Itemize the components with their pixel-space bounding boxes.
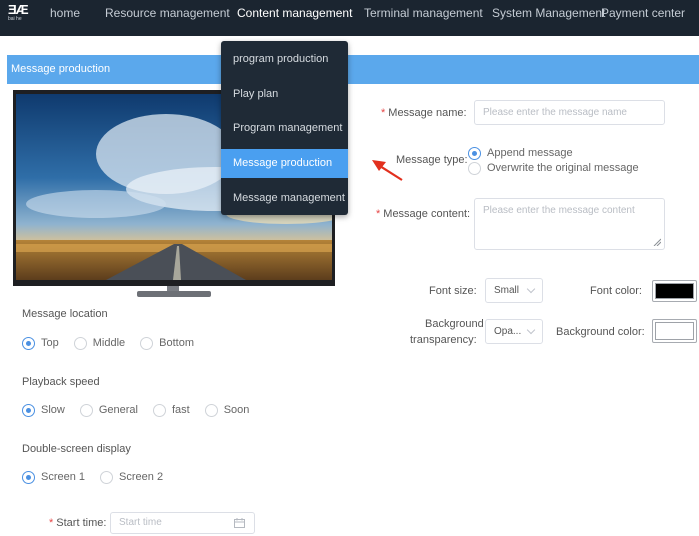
- radio-dot[interactable]: [73, 336, 87, 350]
- logo-mark: ƎÆ: [8, 2, 29, 17]
- logo-text: bai he: [8, 16, 22, 22]
- radio-dot[interactable]: [22, 403, 35, 417]
- radio-label: Soon: [223, 404, 250, 416]
- resize-handle-icon[interactable]: [653, 238, 661, 246]
- radio-screen-1[interactable]: Screen 1: [22, 470, 86, 484]
- bg-transparency-select[interactable]: Opa...: [485, 319, 543, 344]
- playback-speed-group: Slow General fast Soon: [22, 402, 264, 418]
- message-location-group: Top Middle Bottom: [22, 335, 209, 351]
- font-size-label: Font size:: [429, 285, 477, 297]
- radio-bottom[interactable]: Bottom: [140, 336, 195, 350]
- menu-item-play-plan[interactable]: Play plan: [221, 80, 348, 109]
- radio-label: Screen 2: [119, 471, 164, 483]
- radio-slow[interactable]: Slow: [22, 403, 65, 417]
- bg-transparency-label-line1: Background: [425, 318, 484, 330]
- playback-speed-label: Playback speed: [22, 376, 100, 388]
- bg-transparency-value: Opa...: [494, 326, 522, 337]
- start-time-placeholder: Start time: [119, 517, 162, 528]
- radio-label: Middle: [92, 337, 126, 349]
- app-page: ƎÆ bai he home Resource management Conte…: [0, 0, 699, 536]
- message-location-label: Message location: [22, 308, 108, 320]
- font-size-select[interactable]: Small: [485, 278, 543, 303]
- nav-payment-center[interactable]: Payment center: [601, 6, 685, 20]
- menu-item-message-management[interactable]: Message management: [221, 184, 348, 213]
- required-mark: *: [376, 208, 381, 220]
- radio-dot[interactable]: [468, 161, 481, 175]
- menu-item-program-production[interactable]: program production: [221, 45, 348, 74]
- nav-terminal-management[interactable]: Terminal management: [364, 6, 483, 20]
- message-name-placeholder: Please enter the message name: [483, 107, 627, 118]
- section-title: Message production: [11, 63, 111, 75]
- radio-middle[interactable]: Middle: [73, 336, 126, 350]
- message-content-placeholder: Please enter the message content: [483, 205, 635, 216]
- font-color-picker[interactable]: [652, 280, 697, 302]
- red-arrow-annotation: [372, 160, 403, 181]
- radio-dot[interactable]: [204, 403, 218, 417]
- font-size-value: Small: [494, 285, 520, 296]
- calendar-icon: [234, 518, 245, 528]
- start-time-input[interactable]: Start time: [110, 512, 255, 534]
- radio-label: fast: [171, 404, 190, 416]
- message-content-label-text: Message content:: [383, 208, 471, 220]
- radio-label: Top: [41, 337, 59, 349]
- font-color-label: Font color:: [590, 285, 642, 297]
- message-content-textarea[interactable]: Please enter the message content: [474, 198, 665, 250]
- radio-dot[interactable]: [22, 470, 35, 484]
- chevron-down-icon: [526, 284, 536, 294]
- radio-label: Bottom: [159, 337, 195, 349]
- message-name-label: * Message name:: [381, 107, 467, 119]
- radio-label: Append message: [487, 147, 573, 159]
- tv-base: [137, 291, 211, 297]
- radio-label: General: [98, 404, 138, 416]
- start-time-label-text: Start time:: [56, 517, 107, 529]
- radio-soon[interactable]: Soon: [204, 403, 250, 417]
- message-content-label: * Message content:: [376, 208, 470, 220]
- logo: ƎÆ bai he: [8, 2, 30, 28]
- message-name-label-text: Message name:: [388, 107, 467, 119]
- required-mark: *: [49, 517, 54, 529]
- radio-dot[interactable]: [22, 336, 35, 350]
- message-type-label: Message type:: [396, 154, 468, 166]
- nav-content-management[interactable]: Content management: [237, 6, 352, 20]
- font-color-swatch: [655, 283, 694, 299]
- message-type-option-append[interactable]: Append message: [468, 145, 573, 161]
- message-type-option-overwrite[interactable]: Overwrite the original message: [468, 160, 639, 176]
- nav-resource-management[interactable]: Resource management: [105, 6, 230, 20]
- radio-dot[interactable]: [140, 336, 154, 350]
- radio-label: Slow: [41, 404, 65, 416]
- radio-label: Screen 1: [41, 471, 86, 483]
- radio-fast[interactable]: fast: [152, 403, 190, 417]
- chevron-down-icon: [526, 325, 536, 335]
- nav-home[interactable]: home: [50, 6, 80, 20]
- start-time-label: * Start time:: [49, 517, 106, 529]
- top-nav: ƎÆ bai he home Resource management Conte…: [0, 0, 699, 36]
- radio-label: Overwrite the original message: [487, 162, 639, 174]
- menu-item-message-production[interactable]: Message production: [221, 149, 348, 178]
- menu-item-program-management[interactable]: Program management: [221, 114, 348, 143]
- bg-color-label: Background color:: [556, 326, 645, 338]
- radio-screen-2[interactable]: Screen 2: [100, 470, 164, 484]
- radio-dot[interactable]: [79, 403, 93, 417]
- radio-dot[interactable]: [152, 403, 166, 417]
- double-screen-group: Screen 1 Screen 2: [22, 469, 178, 485]
- message-name-input[interactable]: Please enter the message name: [474, 100, 665, 125]
- bg-transparency-label-line2: transparency:: [410, 334, 477, 346]
- double-screen-label: Double-screen display: [22, 443, 131, 455]
- content-management-dropdown: program production Play plan Program man…: [221, 41, 348, 215]
- radio-dot[interactable]: [468, 146, 481, 160]
- radio-top[interactable]: Top: [22, 336, 59, 350]
- nav-system-management[interactable]: System Management: [492, 6, 605, 20]
- radio-dot[interactable]: [100, 470, 114, 484]
- bg-color-swatch: [655, 322, 694, 340]
- radio-general[interactable]: General: [79, 403, 138, 417]
- bg-color-picker[interactable]: [652, 319, 697, 343]
- required-mark: *: [381, 107, 386, 119]
- section-header: Message production: [7, 55, 699, 84]
